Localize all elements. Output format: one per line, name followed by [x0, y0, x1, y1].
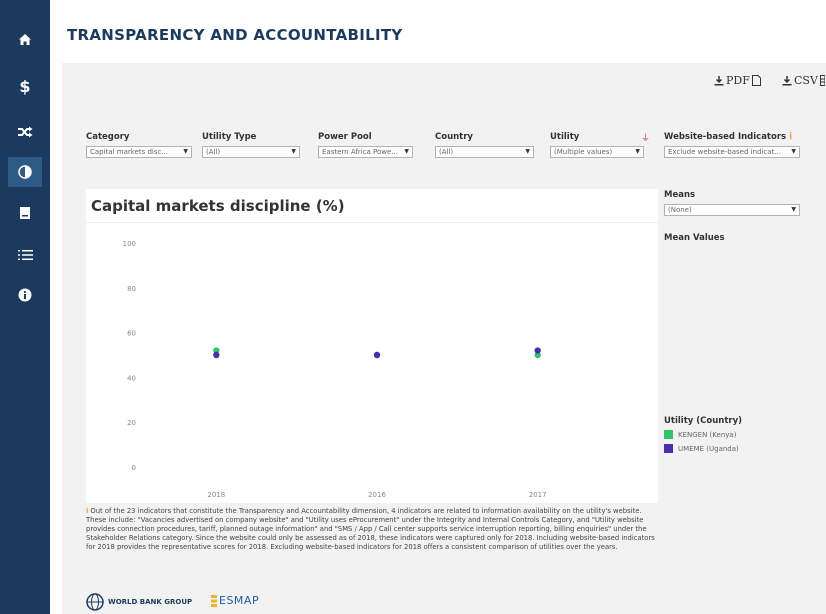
data-point	[213, 351, 220, 359]
x-tick-label: 2016	[368, 491, 386, 499]
scatter-chart: 0 20 40 60 80 100 2018 2016 2017	[123, 240, 547, 499]
export-csv-button[interactable]: CSV	[782, 74, 825, 87]
pdf-file-icon	[751, 75, 761, 86]
filter-power-pool-dropdown[interactable]: Eastern Africa Powe... ▼	[318, 146, 413, 158]
main-content: TRANSPARENCY AND ACCOUNTABILITY PDF CSV …	[50, 0, 826, 614]
chart-panel: Capital markets discipline (%) 0 20 40 60 80…	[86, 189, 658, 503]
caret-down-icon: ▼	[183, 148, 188, 155]
filter-country: Country (All) ▼	[435, 132, 534, 158]
caret-down-icon: ▼	[791, 206, 796, 213]
chart-title: Capital markets discipline (%)	[91, 197, 345, 215]
filter-category-value: Capital markets disc...	[90, 148, 169, 156]
esmap-logo: ESMAP	[211, 594, 259, 607]
filter-means-label: Means	[664, 190, 696, 200]
y-tick-label: 20	[127, 419, 136, 427]
filter-power-pool-value: Eastern Africa Powe...	[322, 148, 398, 156]
filter-country-dropdown[interactable]: (All) ▼	[435, 146, 534, 158]
filter-means-dropdown[interactable]: (None) ▼	[664, 204, 800, 216]
y-tick-label: 80	[127, 285, 136, 293]
clear-filter-icon[interactable]: ⏚	[641, 131, 650, 144]
world-bank-logo-text: WORLD BANK GROUP	[108, 598, 193, 606]
footnote: i Out of the 23 indicators that constitut…	[86, 507, 658, 552]
filter-utility-value: (Multiple values)	[554, 148, 613, 156]
globe-icon	[86, 593, 104, 611]
download-icon	[782, 75, 792, 85]
caret-down-icon: ▼	[404, 148, 409, 155]
filter-utility-type-dropdown[interactable]: (All) ▼	[202, 146, 300, 158]
esmap-mark-icon	[211, 594, 217, 607]
world-bank-logo: WORLD BANK GROUP	[86, 593, 192, 611]
filter-means: Means (None) ▼	[664, 190, 800, 216]
y-tick-label: 0	[132, 464, 136, 472]
list-icon[interactable]	[8, 240, 42, 270]
table-icon	[819, 75, 825, 86]
mean-values-label: Mean Values	[664, 233, 725, 243]
info-icon[interactable]	[8, 280, 42, 310]
legend-item[interactable]: KENGEN (Kenya)	[664, 430, 736, 439]
caret-down-icon: ▼	[525, 148, 530, 155]
document-icon[interactable]	[8, 198, 42, 228]
filter-website: Website-based Indicators i Exclude websi…	[664, 132, 800, 158]
legend-item-label: UMEME (Uganda)	[678, 444, 739, 453]
legend-item-label: KENGEN (Kenya)	[678, 430, 737, 439]
filter-utility-type-value: (All)	[206, 148, 221, 156]
sidebar: $	[0, 0, 50, 614]
legend-item[interactable]: UMEME (Uganda)	[664, 444, 739, 453]
legend-title: Utility (Country)	[664, 416, 743, 426]
data-point	[534, 347, 541, 354]
filter-website-dropdown[interactable]: Exclude website-based indicat... ▼	[664, 146, 800, 158]
x-tick-label: 2017	[529, 491, 547, 499]
info-icon: i	[86, 507, 89, 515]
filter-utility-type-label: Utility Type	[202, 132, 257, 142]
filter-website-label: Website-based Indicators	[664, 132, 787, 142]
filter-category-dropdown[interactable]: Capital markets disc... ▼	[86, 146, 192, 158]
filter-power-pool-label: Power Pool	[318, 132, 372, 142]
dollar-icon[interactable]: $	[8, 71, 42, 101]
export-csv-label: CSV	[794, 74, 818, 87]
filter-power-pool: Power Pool Eastern Africa Powe... ▼	[318, 132, 413, 158]
filter-website-label-row: Website-based Indicators i	[664, 132, 800, 144]
caret-down-icon: ▼	[635, 148, 640, 155]
info-icon[interactable]: i	[789, 132, 792, 142]
legend-swatch	[664, 444, 673, 453]
caret-down-icon: ▼	[791, 148, 796, 155]
filter-means-value: (None)	[668, 206, 692, 214]
footnote-text: Out of the 23 indicators that constitute…	[86, 507, 655, 551]
filter-country-label: Country	[435, 132, 473, 142]
home-icon[interactable]	[8, 24, 42, 54]
data-point	[373, 351, 381, 359]
caret-down-icon: ▼	[291, 148, 296, 155]
download-icon	[714, 75, 724, 85]
y-tick-label: 60	[127, 330, 136, 338]
filter-category: Category Capital markets disc... ▼	[86, 132, 192, 158]
filter-utility-type: Utility Type (All) ▼	[202, 132, 300, 158]
x-tick-label: 2018	[207, 491, 225, 499]
y-tick-label: 40	[127, 374, 136, 382]
filter-website-value: Exclude website-based indicat...	[668, 148, 781, 156]
export-pdf-label: PDF	[726, 74, 750, 87]
page-title: TRANSPARENCY AND ACCOUNTABILITY	[67, 26, 403, 44]
legend-swatch	[664, 430, 673, 439]
filter-utility-dropdown[interactable]: (Multiple values) ▼	[550, 146, 644, 158]
filter-category-label: Category	[86, 132, 130, 142]
filter-country-value: (All)	[439, 148, 454, 156]
esmap-logo-text: ESMAP	[219, 594, 260, 607]
filter-utility: Utility ⏚ (Multiple values) ▼	[550, 132, 650, 158]
y-tick-label: 100	[123, 240, 136, 248]
filter-utility-label: Utility	[550, 132, 580, 142]
export-pdf-button[interactable]: PDF	[714, 74, 761, 87]
shuffle-icon[interactable]	[8, 117, 42, 147]
contrast-icon[interactable]	[8, 157, 42, 187]
